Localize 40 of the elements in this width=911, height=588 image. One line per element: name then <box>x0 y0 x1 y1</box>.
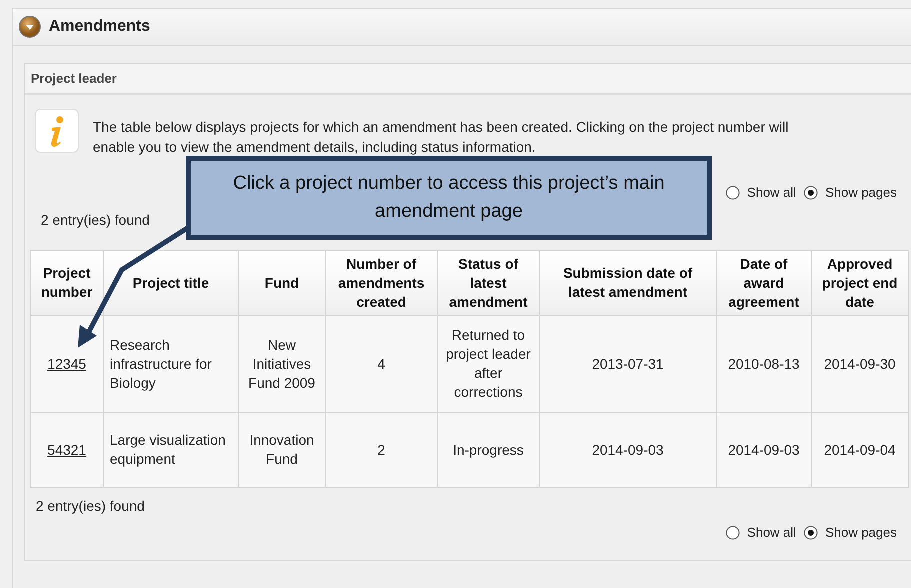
info-text: The table below displays projects for which an amendment has been created. Clicking on the project number will enable you to view the amendment details, including status information. <box>93 118 790 157</box>
table-cell: 2014-09-03 <box>540 412 716 488</box>
table-cell: New Initiatives Fund 2009 <box>238 316 326 412</box>
table-cell: 2014-09-03 <box>716 412 812 488</box>
table-cell: 2013-07-31 <box>540 316 716 412</box>
section-title: Project leader <box>25 64 911 95</box>
radio-button[interactable] <box>726 186 740 200</box>
table-cell: Innovation Fund <box>238 412 326 488</box>
column-header: Submission date of latest amendment <box>540 250 716 316</box>
table-cell: In-progress <box>438 412 540 488</box>
collapse-toggle-icon[interactable] <box>19 16 41 38</box>
radio-label[interactable]: Show all <box>747 185 796 200</box>
entry-count: 2 entry(ies) found <box>36 498 145 514</box>
radio-label[interactable]: Show pages <box>825 525 897 540</box>
radio-label[interactable]: Show pages <box>825 185 897 200</box>
table-cell: 2 <box>326 412 438 488</box>
radio-button[interactable] <box>804 526 818 540</box>
column-header: Date of award agreement <box>716 250 812 316</box>
entry-count: 2 entry(ies) found <box>41 212 150 228</box>
column-header: Status of latest amendment <box>438 250 540 316</box>
column-header: Number of amendments created <box>326 250 438 316</box>
column-header: Project title <box>104 250 238 316</box>
column-header: Approved project end date <box>812 250 908 316</box>
column-header: Project number <box>30 250 104 316</box>
project-number-link[interactable]: 12345 <box>48 356 86 372</box>
table-cell: 2010-08-13 <box>716 316 812 412</box>
callout-box: Click a project number to access this project’s main amendment page <box>186 156 712 240</box>
table-cell: Large visualization equipment <box>104 412 238 488</box>
project-number-link[interactable]: 54321 <box>48 442 86 458</box>
table-cell: Returned to project leader after corrections <box>438 316 540 412</box>
radio-label[interactable]: Show all <box>747 525 796 540</box>
table-cell: 2014-09-30 <box>812 316 908 412</box>
table-cell: Research infrastructure for Biology <box>104 316 238 412</box>
radio-button[interactable] <box>726 526 740 540</box>
panel-title: Amendments <box>49 18 150 36</box>
table-cell: 2014-09-04 <box>812 412 908 488</box>
info-icon <box>35 109 79 153</box>
column-header: Fund <box>238 250 326 316</box>
table-cell: 4 <box>326 316 438 412</box>
radio-button[interactable] <box>804 186 818 200</box>
